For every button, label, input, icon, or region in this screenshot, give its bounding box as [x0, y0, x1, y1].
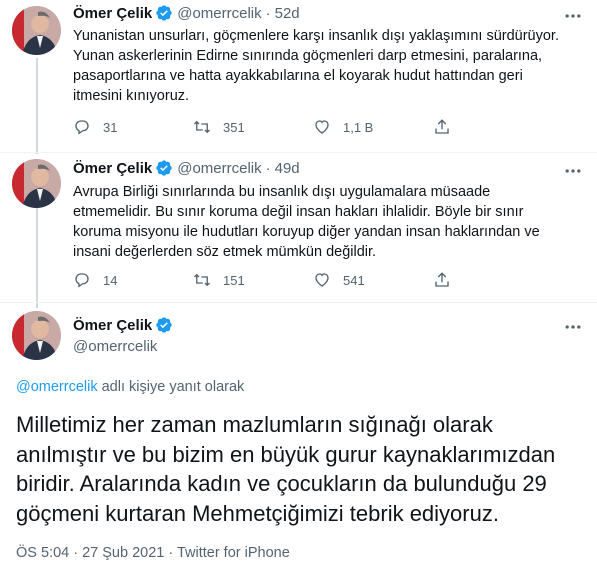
more-icon[interactable] — [563, 161, 583, 181]
author-handle[interactable]: @omerrcelik — [177, 160, 261, 177]
tweet-time[interactable]: 49d — [275, 160, 300, 177]
heart-icon — [315, 273, 329, 287]
retweet-count: 151 — [223, 272, 245, 288]
verified-badge-icon — [156, 317, 172, 333]
separator-dot: · — [265, 159, 271, 177]
reply-count: 14 — [103, 272, 118, 288]
share-icon — [435, 119, 449, 134]
tweet-meta[interactable]: ÖS 5:04 · 27 Şub 2021 · Twitter for iPho… — [16, 545, 290, 561]
separator-dot: · — [265, 4, 271, 22]
tweet-line: etmemelidir. Bu sınır koruma değil insan… — [73, 204, 524, 220]
tweet-actions: 31 351 1,1 B — [73, 118, 553, 136]
tweet-header: Ömer Çelik @omerrcelik · 49d — [73, 159, 300, 177]
author-name[interactable]: Ömer Çelik — [73, 317, 152, 334]
like-count: 1,1 B — [343, 119, 374, 135]
tweet-time[interactable]: 52d — [275, 5, 300, 22]
reply-count: 31 — [103, 119, 118, 135]
reply-button[interactable]: 14 — [73, 271, 193, 289]
tweet-actions: 14 151 541 — [73, 271, 553, 289]
share-button[interactable] — [433, 271, 553, 289]
tweet-text: Avrupa Birliği sınırlarında bu insanlık … — [73, 182, 540, 262]
avatar[interactable] — [12, 6, 61, 55]
share-icon — [435, 272, 449, 287]
tweet-line: Yunanistan unsurları, göçmenlere karşı i… — [73, 28, 559, 44]
verified-badge-icon — [156, 5, 172, 21]
tweet-line: itmesini kınıyoruz. — [73, 88, 190, 104]
reply-mention-link[interactable]: @omerrcelik — [16, 379, 98, 395]
heart-icon — [315, 120, 329, 134]
author-handle[interactable]: @omerrcelik — [73, 338, 157, 355]
tweet-line: insani değerlerden söz etmek mümkün deği… — [73, 244, 377, 260]
reply-button[interactable]: 31 — [73, 118, 193, 136]
tweet-line: Yunan askerlerinin Edirne sınırında göçm… — [73, 48, 543, 64]
tweet-line: biridir. Aralarında kadın ve çocukların … — [16, 471, 547, 496]
reply-icon — [75, 273, 89, 288]
tweet-header: Ömer Çelik @omerrcelik · 52d — [73, 4, 300, 22]
author-handle[interactable]: @omerrcelik — [177, 5, 261, 22]
author-name-row: Ömer Çelik — [73, 316, 177, 334]
author-name[interactable]: Ömer Çelik — [73, 5, 152, 22]
retweet-icon — [194, 120, 210, 134]
author-name[interactable]: Ömer Çelik — [73, 160, 152, 177]
main-tweet-text: Milletimiz her zaman mazlumların sığınağ… — [16, 410, 555, 528]
tweet-line: anılmıştır ve bu bizim en büyük gurur ka… — [16, 441, 556, 467]
retweet-button[interactable]: 151 — [193, 271, 313, 289]
verified-badge-icon — [156, 160, 172, 176]
tweet-1[interactable]: Ömer Çelik @omerrcelik · 52d Yunanistan … — [0, 0, 597, 152]
tweet-text: Yunanistan unsurları, göçmenlere karşı i… — [73, 26, 559, 106]
retweet-button[interactable]: 351 — [193, 118, 313, 136]
share-button[interactable] — [433, 118, 553, 136]
retweet-count: 351 — [223, 119, 245, 135]
more-icon[interactable] — [563, 6, 583, 26]
tweet-line: pasaportlarına ve hatta ayakkabılarına e… — [73, 68, 523, 84]
tweet-line: göçmeni kurtaran Mehmetçiğimizi tebrik e… — [16, 500, 499, 526]
tweet-line: Milletimiz her zaman mazlumların sığınağ… — [16, 412, 493, 437]
reply-icon — [75, 120, 89, 135]
avatar[interactable] — [12, 159, 61, 208]
avatar[interactable] — [12, 311, 61, 360]
like-button[interactable]: 541 — [313, 271, 433, 289]
tweet-2[interactable]: Ömer Çelik @omerrcelik · 49d Avrupa Birl… — [0, 153, 597, 301]
reply-to-label: adlı kişiye yanıt olarak — [97, 379, 245, 395]
tweet-line: koruma misyonu ile hudutları koruyup diğ… — [73, 224, 540, 240]
replying-to: @omerrcelik adlı kişiye yanıt olarak — [16, 379, 244, 395]
more-icon[interactable] — [563, 317, 583, 337]
like-count: 541 — [343, 272, 365, 288]
tweet-line: Avrupa Birliği sınırlarında bu insanlık … — [73, 184, 491, 200]
author-handle-row: @omerrcelik — [73, 338, 157, 355]
like-button[interactable]: 1,1 B — [313, 118, 433, 136]
retweet-icon — [194, 273, 210, 287]
